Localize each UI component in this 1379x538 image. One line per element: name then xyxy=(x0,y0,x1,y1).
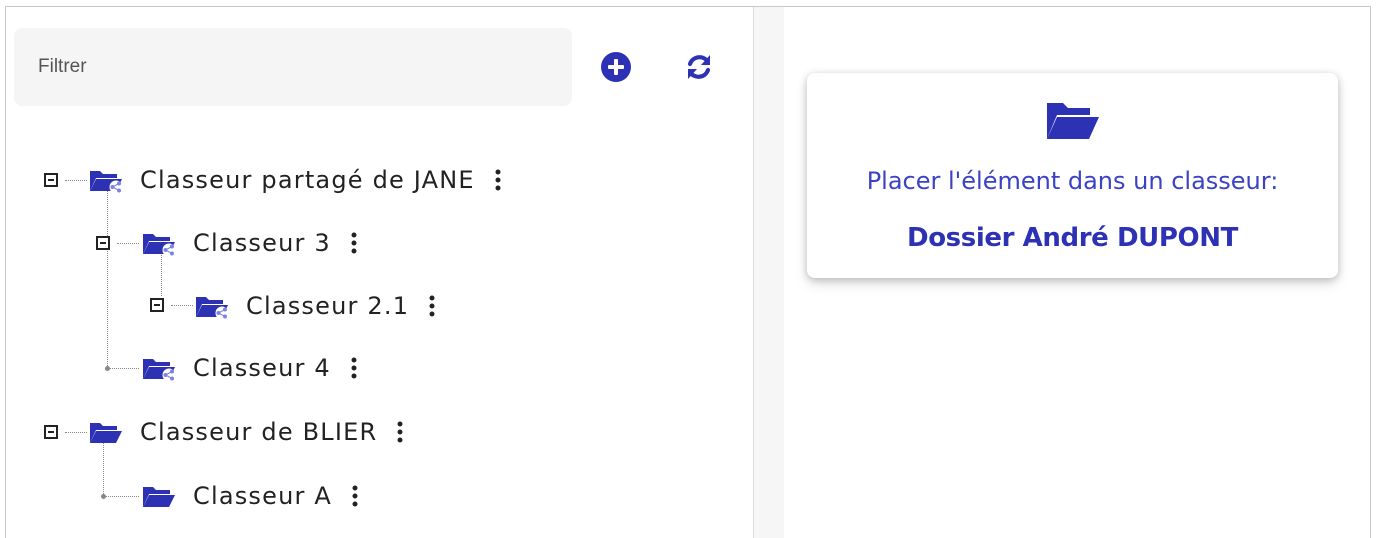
more-options-icon[interactable] xyxy=(347,353,361,383)
shared-folder-icon xyxy=(90,171,123,194)
placement-card[interactable]: Placer l'élément dans un classeur: Dossi… xyxy=(807,73,1338,278)
tree-node-label: Classeur de BLIER xyxy=(140,418,378,446)
tree-node-label: Classeur partagé de JANE xyxy=(140,166,475,194)
tree-node-label: Classeur 3 xyxy=(193,229,331,257)
pane-gutter xyxy=(754,7,784,538)
folder-open-icon xyxy=(1047,103,1099,139)
more-options-icon[interactable] xyxy=(491,165,505,195)
more-options-icon[interactable] xyxy=(425,291,439,321)
tree-node-classeur-2-1[interactable]: Classeur 2.1 xyxy=(194,286,439,326)
add-classeur-button[interactable] xyxy=(599,50,633,84)
tree-leaf-dot xyxy=(105,366,110,371)
tree-node-classeur-4[interactable]: Classeur 4 xyxy=(141,348,361,388)
tree-connector xyxy=(103,496,139,497)
collapse-toggle[interactable] xyxy=(96,236,110,250)
plus-circle-icon xyxy=(601,52,631,82)
filter-input[interactable] xyxy=(14,28,572,106)
shared-folder-icon xyxy=(143,234,176,257)
tree-leaf-dot xyxy=(101,494,106,499)
tree-node-label: Classeur 2.1 xyxy=(246,292,410,320)
tree-connector xyxy=(107,188,108,368)
collapse-toggle[interactable] xyxy=(44,173,58,187)
refresh-button[interactable] xyxy=(682,50,716,84)
tree-connector xyxy=(117,243,139,244)
shared-folder-icon xyxy=(143,359,176,382)
shared-folder-icon xyxy=(196,297,229,320)
placement-target: Dossier André DUPONT xyxy=(907,223,1238,253)
collapse-toggle[interactable] xyxy=(150,298,164,312)
more-options-icon[interactable] xyxy=(348,481,362,511)
tree-connector xyxy=(107,368,139,369)
more-options-icon[interactable] xyxy=(347,228,361,258)
refresh-icon xyxy=(687,55,711,79)
tree-node-label: Classeur A xyxy=(193,482,333,510)
tree-connector xyxy=(65,180,87,181)
tree-node-classeur-3[interactable]: Classeur 3 xyxy=(141,223,361,263)
placement-instruction: Placer l'élément dans un classeur: xyxy=(866,167,1279,195)
tree-node-classeur-partage-jane[interactable]: Classeur partagé de JANE xyxy=(88,160,505,200)
tree-node-classeur-a[interactable]: Classeur A xyxy=(141,476,362,516)
more-options-icon[interactable] xyxy=(393,417,407,447)
tree-node-classeur-de-blier[interactable]: Classeur de BLIER xyxy=(88,412,407,452)
tree-connector xyxy=(65,432,87,433)
folder-open-icon xyxy=(143,487,175,507)
tree-node-label: Classeur 4 xyxy=(193,354,331,382)
tree-connector xyxy=(171,305,193,306)
folder-open-icon xyxy=(90,423,122,443)
collapse-toggle[interactable] xyxy=(44,425,58,439)
